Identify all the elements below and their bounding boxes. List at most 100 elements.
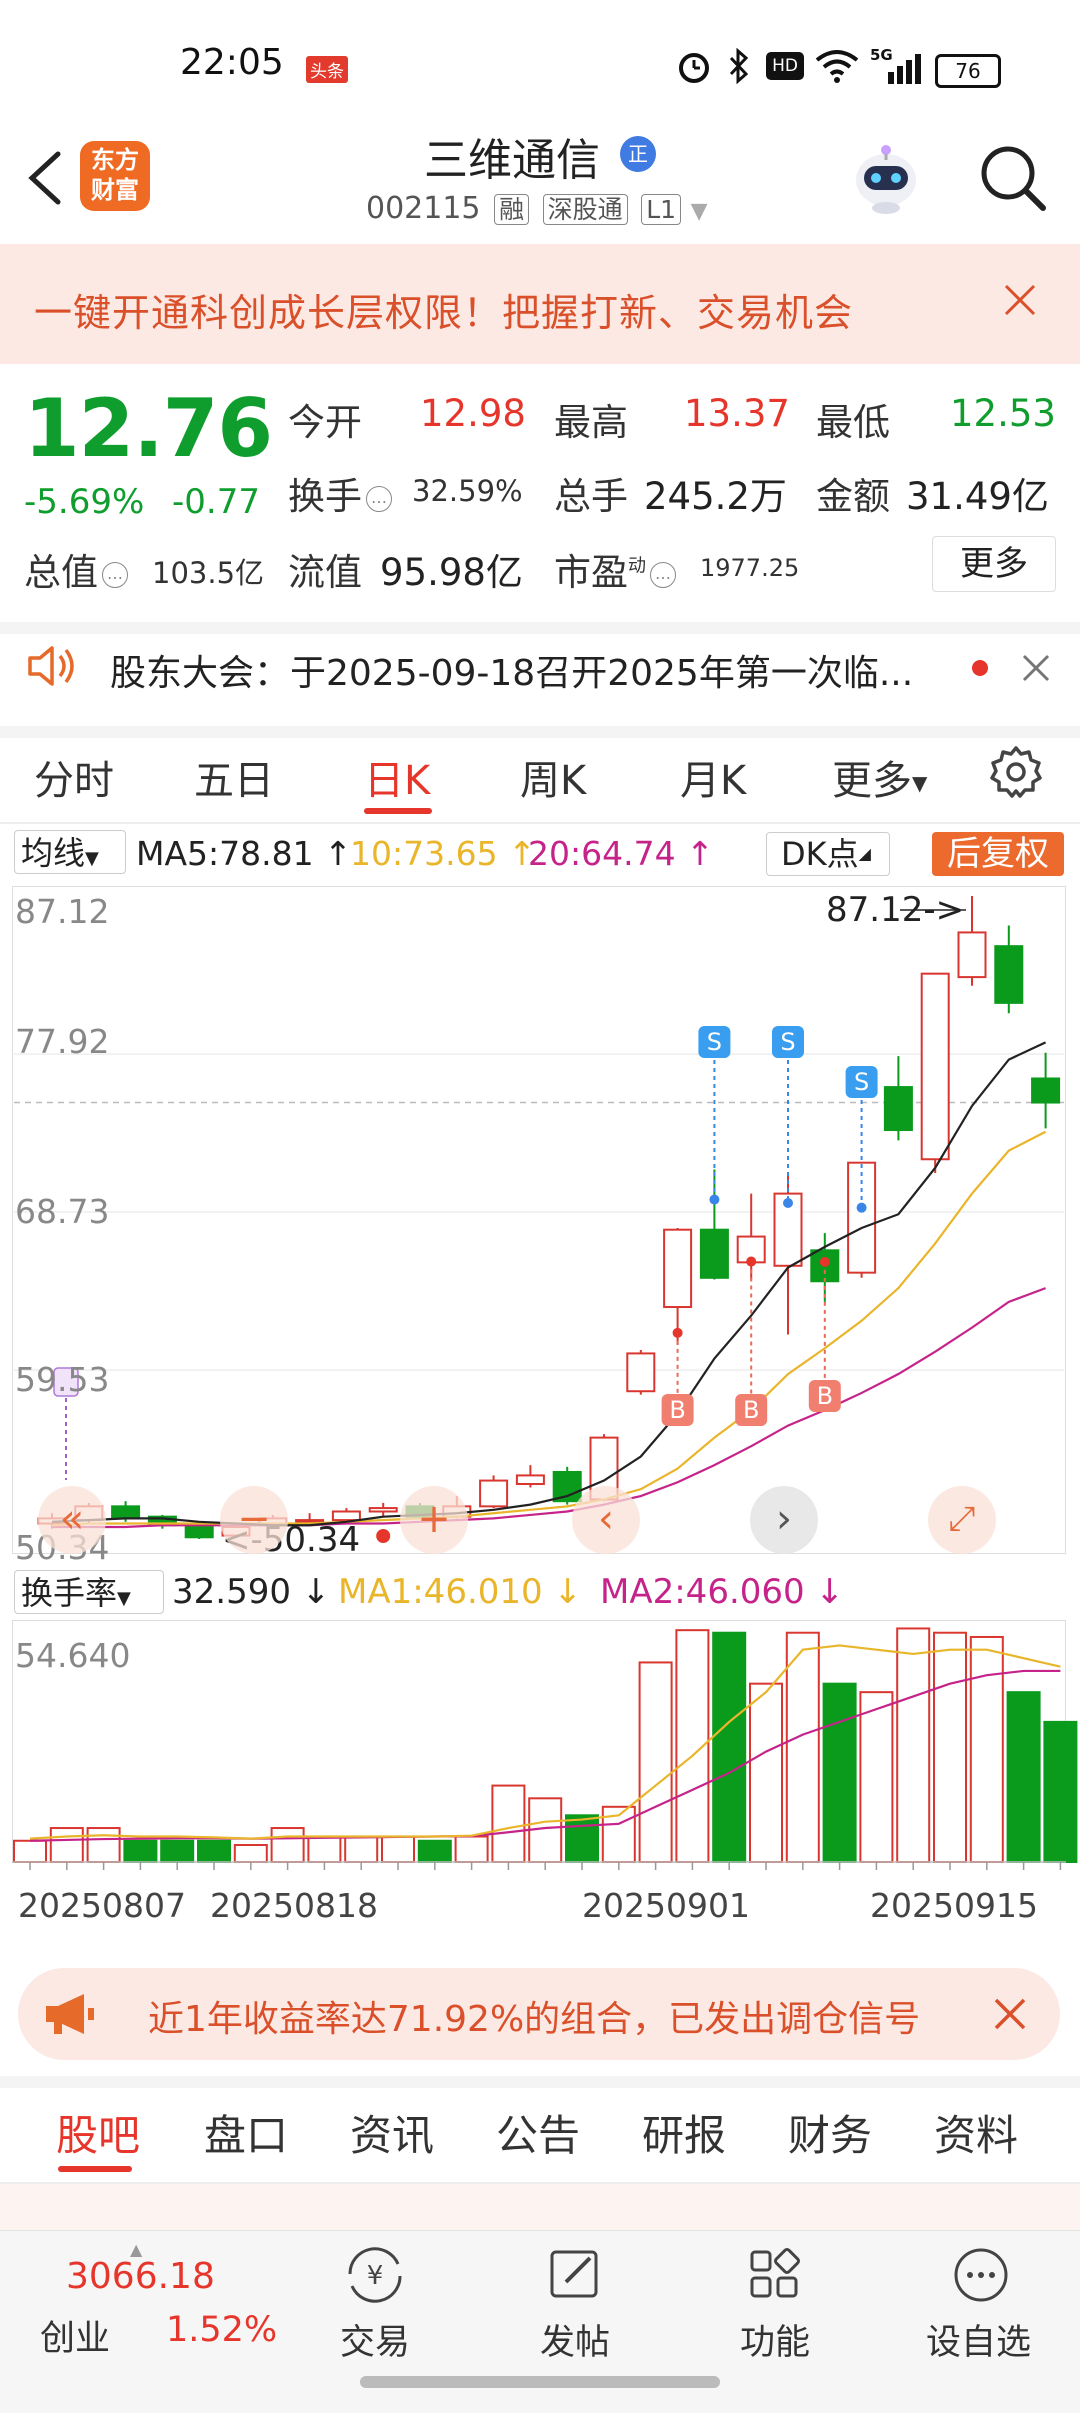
dk-point-selector[interactable]: DK点◢ xyxy=(766,832,890,876)
pe-dynamic-mark: 动 xyxy=(628,555,646,577)
y-tick-label: 77.92 xyxy=(15,1022,110,1061)
turnover-bar xyxy=(233,1844,268,1863)
scroll-left-fast-button[interactable]: « xyxy=(38,1486,106,1554)
tab-more[interactable]: 更多▼ xyxy=(832,748,927,806)
candle-body xyxy=(847,1161,877,1274)
pe-label[interactable]: 市盈动… xyxy=(554,542,680,596)
ma5-value: MA5:78.81 ↑ xyxy=(136,834,352,873)
indicator-selector[interactable]: 均线▼ xyxy=(14,830,126,874)
ma5-text: MA5:78.81 xyxy=(136,834,314,873)
turnover-bar xyxy=(49,1827,84,1863)
kline-chart[interactable]: S S S B B B xyxy=(0,880,1080,1600)
signal-dot xyxy=(783,1197,793,1208)
functions-icon[interactable] xyxy=(740,2240,810,2310)
candle-body xyxy=(479,1479,509,1508)
alarm-icon xyxy=(679,53,709,83)
unread-dot xyxy=(972,660,988,676)
ai-assistant-robot-icon[interactable] xyxy=(846,136,926,216)
tab-monthly-k[interactable]: 月K xyxy=(680,748,746,806)
tab-guba[interactable]: 股吧 xyxy=(56,2102,140,2163)
turnover-bar xyxy=(86,1827,121,1863)
portfolio-promo-text[interactable]: 近1年收益率达71.92%的组合，已发出调仓信号 xyxy=(148,1990,978,2042)
turnover-ma2-text: MA2:46.060 xyxy=(600,1572,805,1612)
candle-body xyxy=(515,1474,545,1486)
pe-label-text: 市盈 xyxy=(554,551,628,594)
nav-functions[interactable]: 功能 xyxy=(740,2314,810,2365)
tab-weekly-k[interactable]: 周K xyxy=(520,748,586,806)
signal-icon xyxy=(888,54,921,84)
y-tick-label: 59.53 xyxy=(15,1360,110,1399)
active-tab-indicator xyxy=(58,2166,132,2172)
stock-name: 三维通信 xyxy=(424,135,600,186)
turnover-bar xyxy=(307,1835,342,1863)
stock-code-row[interactable]: 002115 融 深股通 L1 ▼ xyxy=(366,190,708,226)
turnover-bar xyxy=(1006,1691,1041,1863)
info-icon: … xyxy=(102,561,128,588)
fullscreen-icon[interactable]: ⤢ xyxy=(928,1486,996,1554)
turnover-label[interactable]: 换手… xyxy=(288,466,396,520)
volume-indicator-selector[interactable]: 换手率▼ xyxy=(14,1570,164,1614)
close-icon[interactable] xyxy=(996,276,1044,324)
hd-icon: HD xyxy=(766,52,804,80)
turnover-bar xyxy=(270,1827,305,1863)
tab-research[interactable]: 研报 xyxy=(642,2102,726,2163)
nav-post[interactable]: 发帖 xyxy=(540,2314,610,2365)
tab-daily-k[interactable]: 日K xyxy=(364,748,430,806)
bluetooth-icon xyxy=(729,48,749,84)
volume-value: 245.2万 xyxy=(644,475,787,518)
signal-dot xyxy=(819,1256,830,1267)
float-cap-value: 95.98亿 xyxy=(380,551,523,594)
event-dot xyxy=(376,1529,391,1543)
x-tick-label: 20250818 xyxy=(210,1886,378,1925)
trade-icon[interactable]: ¥ xyxy=(340,2240,410,2310)
scroll-right-button[interactable]: › xyxy=(750,1486,818,1554)
promo-banner-text[interactable]: 一键开通科创成长层权限！把握打新、交易机会 xyxy=(34,282,853,337)
adjust-mode-button[interactable]: 后复权 xyxy=(932,832,1064,876)
tab-five-day[interactable]: 五日 xyxy=(194,748,274,806)
tab-intraday[interactable]: 分时 xyxy=(34,748,114,806)
more-quote-button[interactable]: 更多 xyxy=(932,536,1056,592)
zoom-out-button[interactable]: − xyxy=(220,1486,288,1554)
tab-notices[interactable]: 公告 xyxy=(496,2102,580,2163)
nav-trade[interactable]: 交易 xyxy=(340,2314,410,2365)
turnover-bar xyxy=(969,1635,1004,1864)
search-icon[interactable] xyxy=(975,140,1050,215)
nav-add-watchlist[interactable]: 设自选 xyxy=(926,2314,1031,2365)
mktcap-label[interactable]: 总值… xyxy=(24,542,132,596)
scroll-left-button[interactable]: ‹ xyxy=(572,1486,640,1554)
megaphone-icon xyxy=(46,1994,94,2034)
ma10-text: 10:73.65 xyxy=(350,834,498,873)
turnover-bar xyxy=(417,1839,452,1863)
turnover-rate-value: 32.590 ↓ xyxy=(172,1572,331,1612)
gear-icon[interactable] xyxy=(988,744,1044,800)
turnover-ma2-value: MA2:46.060 ↓ xyxy=(600,1572,844,1612)
index-value[interactable]: 3066.18 xyxy=(66,2256,215,2297)
index-change[interactable]: 1.52% xyxy=(166,2310,277,2350)
sell-signal-label: S xyxy=(707,1028,722,1056)
signal-dot xyxy=(856,1202,867,1213)
turnover-bar xyxy=(822,1682,857,1863)
close-icon[interactable] xyxy=(990,1994,1030,2034)
index-name[interactable]: 创业 xyxy=(40,2310,110,2361)
mktcap-label-text: 总值 xyxy=(24,551,98,594)
sell-signal-label: S xyxy=(780,1028,795,1056)
tab-financials[interactable]: 财务 xyxy=(788,2102,872,2163)
zoom-in-button[interactable]: + xyxy=(400,1486,468,1554)
ma20-value: 20:64.74 ↑ xyxy=(528,834,714,873)
close-icon[interactable] xyxy=(1016,648,1056,688)
tab-news[interactable]: 资讯 xyxy=(350,2102,434,2163)
tab-order-book[interactable]: 盘口 xyxy=(204,2102,288,2163)
tab-more-label: 更多 xyxy=(832,758,912,804)
more-options-icon[interactable] xyxy=(946,2240,1016,2310)
candle-body xyxy=(368,1507,398,1513)
ma10-line xyxy=(51,1130,1047,1527)
app-logo[interactable]: 东方 财富 xyxy=(80,141,150,211)
post-icon[interactable] xyxy=(540,2240,610,2310)
home-indicator[interactable] xyxy=(360,2376,720,2388)
tab-profile[interactable]: 资料 xyxy=(934,2102,1018,2163)
back-arrow-icon[interactable] xyxy=(20,148,70,208)
divider xyxy=(0,822,1080,824)
announcement-text[interactable]: 股东大会：于2025-09-18召开2025年第一次临... xyxy=(110,644,913,696)
turnover-chart[interactable] xyxy=(0,1620,1080,1870)
turnover-bar xyxy=(1043,1720,1078,1863)
